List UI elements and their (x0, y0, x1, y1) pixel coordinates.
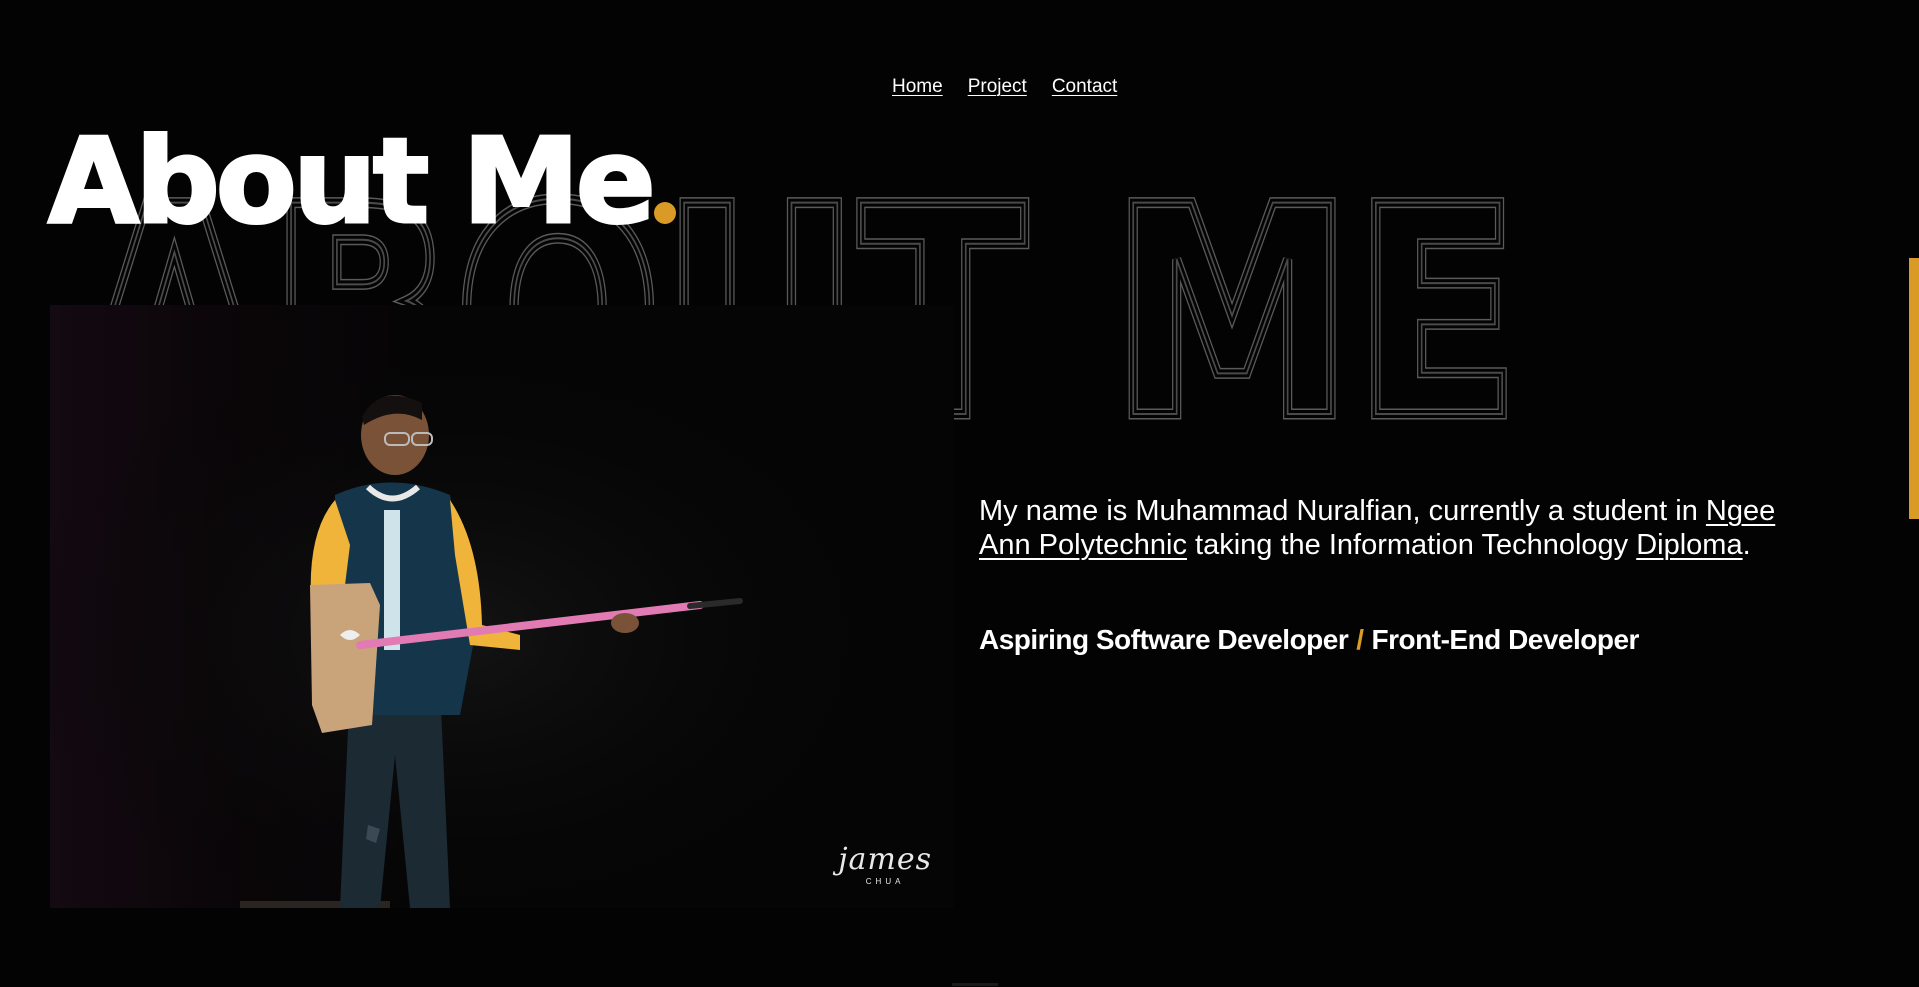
diploma-link[interactable]: Diploma (1636, 529, 1742, 561)
bottom-indicator (952, 983, 998, 986)
nav-link-contact[interactable]: Contact (1052, 76, 1117, 98)
about-paragraph: My name is Muhammad Nuralfian, currently… (979, 494, 1829, 562)
watermark-sub: CHUA (865, 877, 905, 886)
about-middle: taking the Information Technology (1186, 529, 1637, 561)
role-primary: Aspiring Software Developer (979, 624, 1349, 655)
about-intro: My name is Muhammad Nuralfian, currently… (979, 495, 1706, 527)
about-end: . (1742, 529, 1751, 561)
profile-photo: james CHUA (50, 305, 954, 908)
photo-illustration (50, 305, 954, 908)
nav-link-project[interactable]: Project (968, 76, 1027, 98)
role-separator: / (1356, 624, 1364, 655)
role-line: Aspiring Software Developer / Front-End De… (979, 624, 1639, 656)
page-title: About Me (47, 121, 676, 242)
nav-link-home[interactable]: Home (892, 76, 943, 98)
side-accent-bar (1909, 258, 1919, 519)
page: Home Project Contact ABOUT ME ABOUT ME A… (0, 0, 1919, 987)
photo-watermark: james CHUA (838, 842, 932, 887)
top-nav: Home Project Contact (892, 76, 1117, 98)
watermark-name: james (838, 842, 932, 877)
role-secondary: Front-End Developer (1371, 624, 1640, 655)
accent-dot (653, 202, 676, 224)
page-title-text: About Me (47, 112, 658, 250)
